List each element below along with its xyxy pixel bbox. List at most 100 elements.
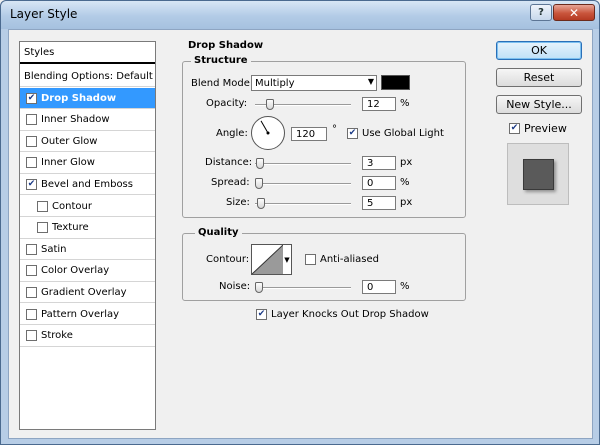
distance-slider-thumb[interactable] <box>255 158 264 169</box>
style-item[interactable]: Pattern Overlay <box>20 304 155 325</box>
shadow-color-swatch[interactable] <box>381 75 410 90</box>
size-unit: px <box>400 197 413 208</box>
style-item-label: Stroke <box>41 330 73 342</box>
structure-title: Structure <box>191 55 251 66</box>
style-item[interactable]: Bevel and Emboss <box>20 174 155 196</box>
style-item[interactable]: Color Overlay <box>20 261 155 282</box>
chevron-down-icon: ▼ <box>367 77 374 86</box>
preview-label: Preview <box>524 122 567 135</box>
style-item-checkbox[interactable] <box>26 265 37 277</box>
opacity-label: Opacity: <box>206 98 248 109</box>
style-item-checkbox[interactable] <box>37 222 48 234</box>
distance-unit: px <box>400 157 413 168</box>
preview-box[interactable] <box>509 123 520 134</box>
style-item[interactable]: Drop Shadow <box>20 88 155 109</box>
style-preview <box>507 143 569 205</box>
style-item-checkbox[interactable] <box>26 308 37 320</box>
style-item-label: Drop Shadow <box>41 92 117 104</box>
style-item[interactable]: Contour <box>20 196 155 217</box>
style-item-checkbox[interactable] <box>26 114 37 126</box>
distance-label: Distance: <box>205 157 253 168</box>
style-item[interactable]: Outer Glow <box>20 131 155 153</box>
style-item[interactable]: Gradient Overlay <box>20 282 155 304</box>
title-bar[interactable]: Layer Style ? ✕ <box>1 1 599 29</box>
blend-mode-select[interactable]: Multiply ▼ <box>251 75 377 91</box>
style-item-label: Color Overlay <box>41 265 110 277</box>
preview-swatch <box>523 159 554 190</box>
chevron-down-icon: ▼ <box>284 255 290 264</box>
distance-slider-track[interactable] <box>255 163 351 165</box>
contour-curve-icon <box>252 245 283 274</box>
preview-checkbox[interactable]: Preview <box>509 122 567 135</box>
style-item-checkbox[interactable] <box>26 286 37 298</box>
style-item-checkbox[interactable] <box>26 178 37 190</box>
style-item-label: Outer Glow <box>41 135 98 147</box>
spread-unit: % <box>400 177 410 188</box>
style-item[interactable]: Stroke <box>20 326 155 347</box>
opacity-input[interactable]: 12 <box>362 97 396 111</box>
style-item[interactable]: Inner Shadow <box>20 110 155 131</box>
size-slider-track[interactable] <box>255 203 351 205</box>
anti-aliased-box[interactable] <box>305 254 316 265</box>
angle-dial-needle <box>260 120 270 135</box>
style-item-label: Pattern Overlay <box>41 308 120 320</box>
help-button[interactable]: ? <box>530 4 552 21</box>
blending-options-item[interactable]: Blending Options: Default <box>20 66 155 87</box>
noise-slider-track[interactable] <box>255 287 351 289</box>
blend-mode-label: Blend Mode: <box>191 78 254 89</box>
style-item-checkbox[interactable] <box>26 330 37 342</box>
spread-slider-thumb[interactable] <box>255 178 263 189</box>
style-item-label: Contour <box>52 200 92 212</box>
use-global-light-box[interactable] <box>347 128 358 139</box>
styles-list: Styles Blending Options: Default Drop Sh… <box>19 41 156 430</box>
noise-unit: % <box>400 281 410 292</box>
style-item-label: Bevel and Emboss <box>41 178 133 190</box>
opacity-slider-thumb[interactable] <box>265 99 274 110</box>
style-item-label: Texture <box>52 222 89 234</box>
noise-input[interactable]: 0 <box>362 280 396 294</box>
reset-button[interactable]: Reset <box>496 68 582 87</box>
spread-label: Spread: <box>211 177 250 188</box>
style-item-checkbox[interactable] <box>26 157 37 169</box>
styles-header[interactable]: Styles <box>20 42 155 64</box>
layer-knocks-out-checkbox[interactable]: Layer Knocks Out Drop Shadow <box>256 309 429 320</box>
section-title: Drop Shadow <box>188 40 264 51</box>
blending-options-label: Blending Options: Default <box>24 70 153 82</box>
style-item-checkbox[interactable] <box>26 135 37 147</box>
angle-unit: ° <box>332 124 337 135</box>
angle-dial[interactable] <box>251 116 285 150</box>
anti-aliased-checkbox[interactable]: Anti-aliased <box>305 254 379 265</box>
distance-input[interactable]: 3 <box>362 156 396 170</box>
style-item-checkbox[interactable] <box>26 92 37 104</box>
quality-title: Quality <box>195 227 242 238</box>
spread-input[interactable]: 0 <box>362 176 396 190</box>
close-button[interactable]: ✕ <box>553 4 595 21</box>
window-title: Layer Style <box>10 7 78 21</box>
use-global-light-label: Use Global Light <box>362 128 444 139</box>
blend-mode-value: Multiply <box>255 77 295 89</box>
style-item-label: Inner Shadow <box>41 114 110 126</box>
style-item-label: Gradient Overlay <box>41 286 127 298</box>
style-item[interactable]: Inner Glow <box>20 153 155 174</box>
spread-slider-track[interactable] <box>255 183 351 185</box>
contour-preview[interactable] <box>251 244 284 275</box>
style-item-label: Inner Glow <box>41 157 95 169</box>
opacity-unit: % <box>400 98 410 109</box>
ok-button[interactable]: OK <box>496 41 582 60</box>
noise-slider-thumb[interactable] <box>255 282 263 293</box>
contour-label: Contour: <box>206 254 250 265</box>
layer-knocks-out-box[interactable] <box>256 309 267 320</box>
anti-aliased-label: Anti-aliased <box>320 254 380 265</box>
size-input[interactable]: 5 <box>362 196 396 210</box>
style-item-checkbox[interactable] <box>37 200 48 212</box>
size-label: Size: <box>226 197 250 208</box>
angle-input[interactable]: 120 <box>291 127 327 141</box>
style-item-label: Satin <box>41 243 67 255</box>
new-style-button[interactable]: New Style... <box>496 95 582 114</box>
contour-dropdown[interactable]: ▼ <box>283 244 292 275</box>
style-item-checkbox[interactable] <box>26 243 37 255</box>
use-global-light-checkbox[interactable]: Use Global Light <box>347 128 444 139</box>
style-item[interactable]: Satin <box>20 239 155 261</box>
size-slider-thumb[interactable] <box>256 198 265 209</box>
style-item[interactable]: Texture <box>20 218 155 239</box>
